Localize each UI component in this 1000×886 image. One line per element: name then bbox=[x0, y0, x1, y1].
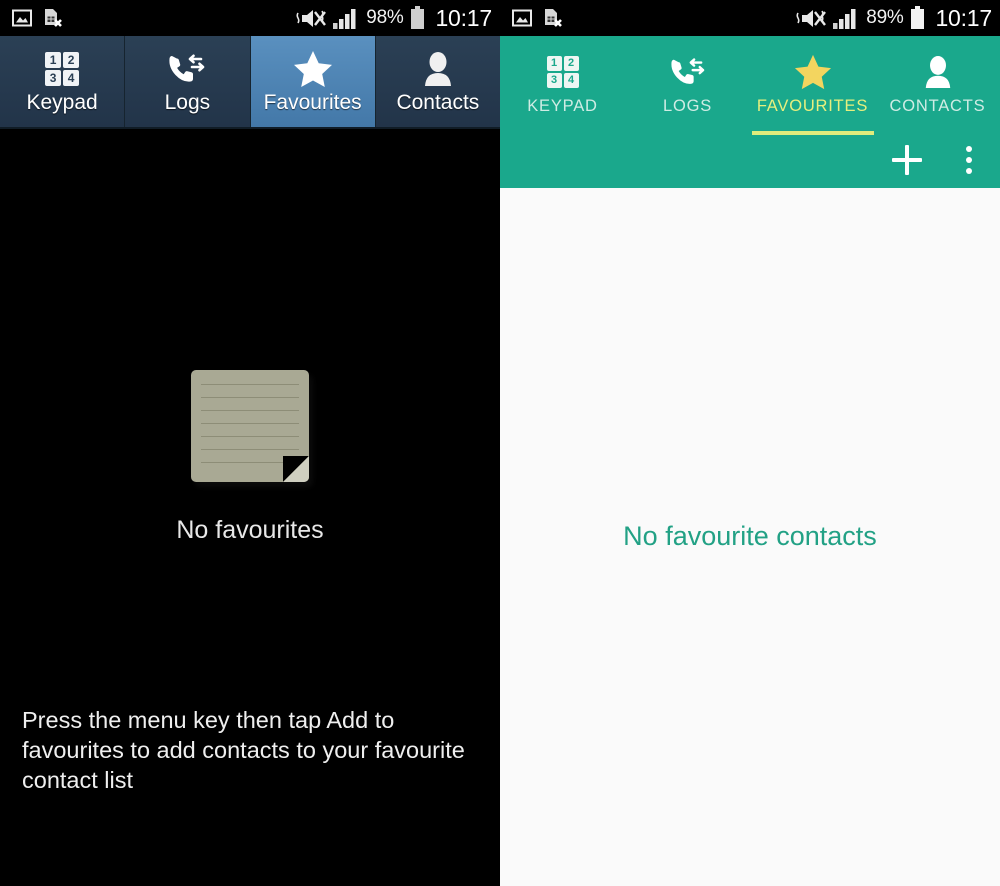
tab-keypad[interactable]: 1 2 3 4 Keypad bbox=[0, 36, 126, 127]
vibrate-mute-icon bbox=[296, 8, 327, 29]
tab-label: KEYPAD bbox=[527, 96, 598, 115]
signal-bars-icon bbox=[333, 8, 359, 29]
empty-state: No favourites bbox=[0, 370, 500, 545]
left-content-area: No favourites Press the menu key then ta… bbox=[0, 129, 500, 884]
tab-favourites[interactable]: Favourites bbox=[250, 36, 376, 127]
left-status-bar: 98% 10:17 bbox=[0, 0, 500, 36]
vibrate-mute-icon bbox=[796, 8, 827, 29]
tab-keypad[interactable]: 1 2 3 4 KEYPAD bbox=[500, 36, 625, 132]
keypad-icon: 1 2 3 4 bbox=[546, 53, 579, 91]
more-vertical-icon bbox=[966, 146, 972, 174]
battery-icon bbox=[410, 6, 425, 30]
right-status-bar: 89% 10:17 bbox=[500, 0, 1000, 36]
tab-label: LOGS bbox=[662, 96, 713, 115]
empty-state-title: No favourite contacts bbox=[623, 521, 877, 551]
battery-percent-label: 98% bbox=[366, 7, 404, 28]
tab-label: Logs bbox=[164, 90, 211, 114]
status-bar-notification-icons bbox=[12, 8, 64, 28]
keypad-icon: 1 2 3 4 bbox=[45, 49, 80, 89]
battery-percent-label: 89% bbox=[866, 7, 904, 28]
tab-label: CONTACTS bbox=[889, 96, 986, 115]
tab-label: Contacts bbox=[396, 90, 480, 114]
lined-note-icon bbox=[191, 370, 309, 482]
keypad-digit: 3 bbox=[45, 69, 62, 86]
tab-label: Keypad bbox=[26, 90, 98, 114]
add-button[interactable] bbox=[890, 143, 924, 177]
left-phone-screen: 98% 10:17 1 2 3 4 Keypad Logs Favourites… bbox=[0, 0, 500, 886]
tab-logs[interactable]: Logs bbox=[125, 36, 251, 127]
status-bar-notification-icons bbox=[512, 8, 564, 28]
status-bar-system-icons: 89% 10:17 bbox=[796, 5, 992, 32]
status-bar-clock: 10:17 bbox=[435, 4, 492, 31]
battery-icon bbox=[910, 6, 925, 30]
keypad-digit: 2 bbox=[63, 51, 80, 68]
tab-logs[interactable]: LOGS bbox=[625, 36, 750, 132]
status-bar-system-icons: 98% 10:17 bbox=[296, 5, 492, 32]
left-tab-bar: 1 2 3 4 Keypad Logs Favourites Contacts bbox=[0, 36, 500, 129]
person-icon bbox=[421, 49, 455, 89]
tab-contacts[interactable]: Contacts bbox=[375, 36, 500, 127]
signal-bars-icon bbox=[833, 8, 859, 29]
keypad-digit: 2 bbox=[563, 55, 579, 71]
screenshot-comparison: 98% 10:17 1 2 3 4 Keypad Logs Favourites… bbox=[0, 0, 1000, 886]
empty-state-hint: Press the menu key then tap Add to favou… bbox=[22, 707, 465, 794]
star-icon bbox=[793, 53, 833, 91]
tab-label: Favourites bbox=[263, 90, 362, 114]
keypad-digit: 4 bbox=[63, 69, 80, 86]
image-icon bbox=[512, 9, 532, 27]
sim-card-error-icon bbox=[543, 8, 564, 28]
right-app-bar: 1 2 3 4 KEYPAD LOGS FAVOURITES CONTACTS bbox=[500, 36, 1000, 188]
keypad-digit: 3 bbox=[546, 72, 562, 88]
status-bar-clock: 10:17 bbox=[935, 4, 992, 31]
empty-state-title: No favourites bbox=[176, 516, 324, 544]
keypad-digit: 1 bbox=[546, 55, 562, 71]
keypad-digit: 4 bbox=[563, 72, 579, 88]
app-bar-actions bbox=[890, 132, 986, 188]
keypad-digit: 1 bbox=[45, 51, 62, 68]
right-tab-bar: 1 2 3 4 KEYPAD LOGS FAVOURITES CONTACTS bbox=[500, 36, 1000, 135]
call-logs-icon bbox=[669, 53, 707, 91]
person-icon bbox=[922, 53, 954, 91]
call-logs-icon bbox=[167, 49, 207, 89]
tab-contacts[interactable]: CONTACTS bbox=[875, 36, 1000, 132]
image-icon bbox=[12, 9, 32, 27]
sim-card-error-icon bbox=[43, 8, 64, 28]
tab-favourites[interactable]: FAVOURITES bbox=[750, 36, 875, 135]
right-phone-screen: 89% 10:17 1 2 3 4 KEYPAD LOGS FAVOURITES… bbox=[500, 0, 1000, 886]
overflow-menu-button[interactable] bbox=[952, 143, 986, 177]
tab-active-indicator bbox=[751, 131, 874, 135]
star-icon bbox=[292, 49, 334, 89]
tab-label: FAVOURITES bbox=[756, 96, 869, 115]
